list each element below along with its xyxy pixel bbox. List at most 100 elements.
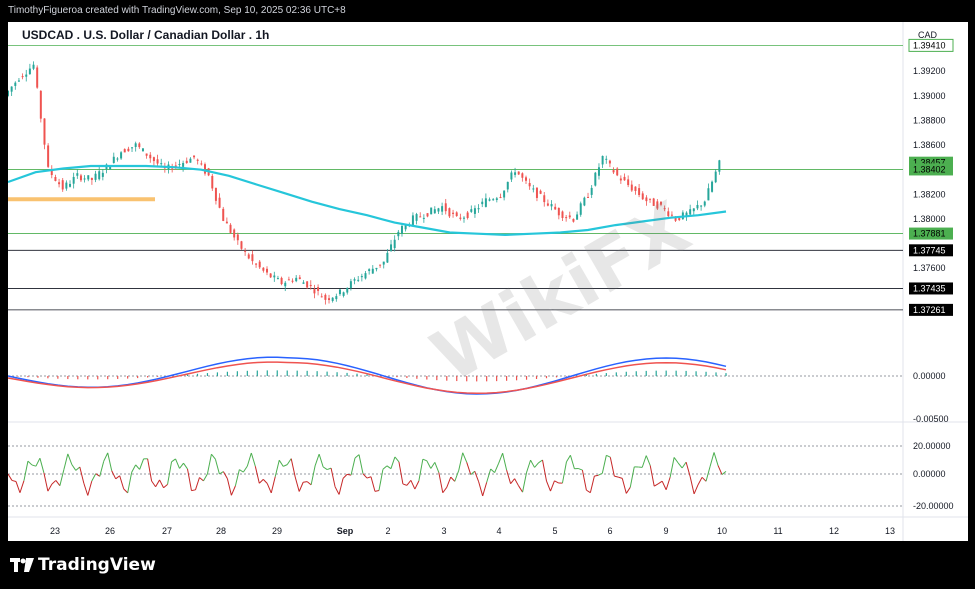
candle-body <box>379 264 382 266</box>
candle-body <box>634 186 637 191</box>
candle-body <box>601 155 604 165</box>
osc-segment <box>303 481 308 483</box>
candle-body <box>87 175 90 180</box>
candle-body <box>17 80 20 82</box>
candle-body <box>484 198 487 207</box>
candle-body <box>579 203 582 215</box>
candle-body <box>284 282 287 287</box>
candle-body <box>255 263 258 265</box>
chart-canvas[interactable]: 1.39200 1.39000 1.38800 1.38600 1.38200 1.380… <box>8 22 968 541</box>
candle-body <box>280 277 283 285</box>
time-tick-5: Sep <box>337 526 354 536</box>
candle-body <box>525 177 528 181</box>
candle-body <box>543 195 546 203</box>
candle-body <box>419 216 422 218</box>
candle-body <box>152 157 155 162</box>
candle-body <box>196 159 199 161</box>
candle-body <box>612 170 615 173</box>
candle-body <box>470 209 473 212</box>
candle-body <box>21 76 24 78</box>
candle-body <box>338 289 341 295</box>
time-tick-3: 28 <box>216 526 226 536</box>
candle-body <box>703 201 706 206</box>
candle-body <box>437 208 440 212</box>
candle-body <box>112 156 115 163</box>
time-tick-14: 12 <box>829 526 839 536</box>
candle-body <box>364 273 367 279</box>
candle-body <box>587 196 590 198</box>
time-tick-10: 6 <box>607 526 612 536</box>
candle-body <box>90 177 93 180</box>
chart-frame: 1.39200 1.39000 1.38800 1.38600 1.38200 1.380… <box>8 22 968 541</box>
price-tag-6: 1.37261 <box>913 305 946 315</box>
candle-body <box>462 217 465 219</box>
footer-bar: TradingView <box>0 541 975 589</box>
currency-label: CAD <box>918 30 938 40</box>
candle-body <box>43 118 46 145</box>
candle-body <box>116 158 119 160</box>
osc-tick-2: -20.00000 <box>913 501 954 511</box>
candle-body <box>594 172 597 186</box>
candle-body <box>448 208 451 217</box>
candle-body <box>455 212 458 217</box>
candle-body <box>517 171 520 175</box>
candle-body <box>444 203 447 212</box>
chart-title: USDCAD . U.S. Dollar / Canadian Dollar .… <box>22 28 270 42</box>
price-tick-label-6: 1.37600 <box>913 263 946 273</box>
osc-tick-1: 0.00000 <box>913 469 946 479</box>
candle-body <box>411 215 414 226</box>
candle-body <box>473 208 476 214</box>
candle-body <box>320 296 323 298</box>
time-tick-4: 29 <box>272 526 282 536</box>
candle-body <box>98 171 101 180</box>
candle-body <box>700 205 703 207</box>
candle-body <box>605 158 608 160</box>
candle-body <box>459 217 462 219</box>
price-tick-label-4: 1.38200 <box>913 189 946 199</box>
credit-text: TimothyFigueroa created with TradingView… <box>8 5 346 16</box>
candle-body <box>222 208 225 221</box>
candle-body <box>397 231 400 237</box>
candle-body <box>240 241 243 249</box>
time-tick-1: 26 <box>105 526 115 536</box>
candle-body <box>561 211 564 218</box>
candle-body <box>346 287 349 293</box>
candle-body <box>309 284 312 286</box>
candle-body <box>714 171 717 183</box>
candle-body <box>236 234 239 241</box>
candle-body <box>535 187 538 198</box>
candle-body <box>572 218 575 222</box>
candle-body <box>233 229 236 238</box>
candle-body <box>400 225 403 234</box>
candle-body <box>492 199 495 201</box>
price-tick-label-1: 1.39000 <box>913 91 946 101</box>
candle-body <box>488 199 491 201</box>
candle-body <box>426 213 429 217</box>
candle-body <box>244 250 247 252</box>
candle-body <box>266 268 269 273</box>
candle-body <box>353 279 356 281</box>
price-tick-label-5: 1.38000 <box>913 214 946 224</box>
time-tick-13: 11 <box>773 526 782 536</box>
candle-body <box>532 188 535 190</box>
candle-body <box>393 239 396 249</box>
candle-body <box>707 188 710 201</box>
candle-body <box>120 152 123 159</box>
candle-body <box>138 143 141 148</box>
candle-body <box>689 209 692 215</box>
time-tick-8: 4 <box>496 526 501 536</box>
candle-body <box>273 275 276 278</box>
tradingview-brand: TradingView <box>38 555 156 575</box>
candle-body <box>258 261 261 268</box>
candle-body <box>141 148 144 152</box>
candle-body <box>185 160 188 164</box>
candle-body <box>149 154 152 159</box>
time-tick-0: 23 <box>50 526 60 536</box>
candle-body <box>550 204 553 207</box>
candle-body <box>546 203 549 206</box>
candle-body <box>306 281 309 288</box>
candle-body <box>8 90 9 96</box>
candle-body <box>14 82 17 86</box>
tradingview-logo-icon <box>10 558 34 572</box>
candle-body <box>659 201 662 205</box>
